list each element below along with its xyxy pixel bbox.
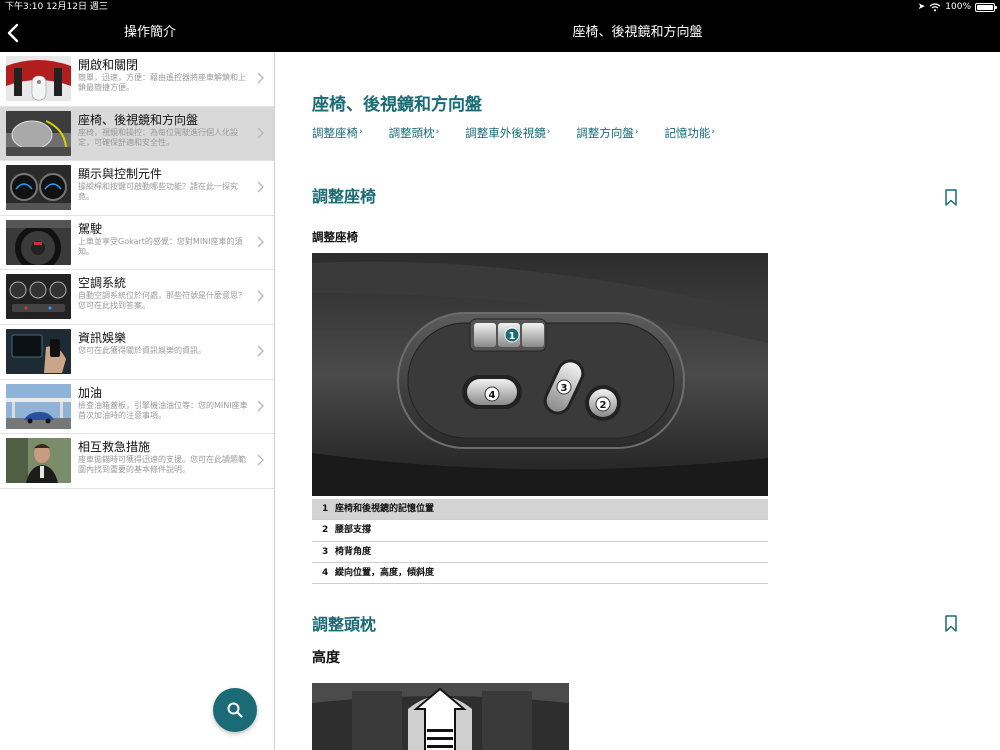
legend-num: 3 <box>322 546 329 557</box>
wifi-icon <box>929 2 941 11</box>
chevron-right-icon <box>257 236 264 248</box>
quicklink-label: 調整頭枕 <box>388 126 435 140</box>
sidebar-item-desc: 操縱桿和按鍵可啟動哪些功能？請在此一探究竟。 <box>78 182 238 202</box>
legend-text: 椅背角度 <box>335 546 372 557</box>
sidebar-item-title: 空調系統 <box>78 276 127 291</box>
quicklink-adjust-steering-wheel[interactable]: 調整方向盤› <box>576 125 638 141</box>
search-button[interactable] <box>213 688 257 732</box>
subheading-height: 高度 <box>312 650 340 666</box>
sidebar-item-title: 駕駛 <box>78 221 103 236</box>
sidebar-item-desc: 座車拋錨時可獲得迅速的支援。您可在此讀題範圍內找到重要的基本條件說明。 <box>78 455 246 475</box>
sidebar-item-desc: 您可在此獲得關於資訊娛樂的資訊。 <box>78 345 206 355</box>
sidebar-item-climate[interactable]: 空調系統 自動空調系統位於何處，那些符號是什麼意思？您可在此找到答案。 <box>0 270 274 325</box>
sidebar-item-desc: 檢查油箱蓋板，引擎機油油位等：您的MINI座車首次加油時的注意事項。 <box>78 400 248 420</box>
thumbnail-displays-controls <box>6 165 71 211</box>
section-title-adjust-seat: 調整座椅 <box>312 187 377 206</box>
chevron-right-icon <box>257 454 264 466</box>
sidebar-item-desc: 簡單，迅速，方便：藉由遙控器將座車解鎖和上鎖最簡捷方便。 <box>78 73 246 92</box>
chevron-right-icon <box>257 72 264 84</box>
sidebar-item-desc: 自動空調系統位於何處，那些符號是什麼意思？您可在此找到答案。 <box>78 291 246 311</box>
quicklink-label: 調整方向盤 <box>576 126 634 140</box>
legend-row: 3 椅背角度 <box>312 542 768 563</box>
sidebar-item-title: 加油 <box>78 385 103 400</box>
nav-bar: 操作簡介 座椅、後視鏡和方向盤 <box>0 14 1000 52</box>
subheading-adjust-seat: 調整座椅 <box>312 230 358 244</box>
quicklink-label: 調整車外後視鏡 <box>465 126 546 140</box>
bookmark-icon[interactable] <box>944 615 958 633</box>
chevron-right-icon <box>257 290 264 302</box>
thumbnail-refuelling <box>6 383 71 429</box>
chevron-right-icon <box>257 127 264 139</box>
sidebar-item-title: 資訊娛樂 <box>78 330 127 345</box>
status-time: 下午3:10 12月12日 週三 <box>5 2 108 12</box>
quicklink-label: 記憶功能 <box>664 126 711 140</box>
sidebar-item-desc: 座椅，視鏡和操控：為每位駕駛進行個人化設定，可確保舒適和安全性。 <box>78 127 238 147</box>
thumbnail-infotainment <box>6 328 71 374</box>
search-icon <box>227 702 243 718</box>
quicklink-adjust-headrest[interactable]: 調整頭枕› <box>389 125 440 141</box>
chevron-small-icon: › <box>546 127 551 137</box>
sidebar-item-title: 顯示與控制元件 <box>78 167 163 182</box>
bookmark-icon[interactable] <box>944 189 958 207</box>
svg-text:1: 1 <box>509 331 516 342</box>
chevron-small-icon: › <box>435 127 440 137</box>
headrest-illustration <box>312 683 569 750</box>
back-chevron-icon[interactable] <box>4 22 24 44</box>
content-area[interactable]: 座椅、後視鏡和方向盤 調整座椅› 調整頭枕› 調整車外後視鏡› 調整方向盤› 記… <box>276 52 1000 750</box>
legend-row: 4 縱向位置，高度，傾斜度 <box>312 563 768 585</box>
legend-text: 腰部支撐 <box>335 525 372 536</box>
thumbnail-breakdown-assistance <box>6 438 71 484</box>
status-right: ➤ 100% <box>917 0 997 14</box>
chevron-small-icon: › <box>711 127 716 137</box>
legend-text: 縱向位置，高度，傾斜度 <box>335 567 435 578</box>
chevron-right-icon <box>257 181 264 193</box>
legend-num: 2 <box>322 525 329 536</box>
sidebar-item-seats-mirrors-steering[interactable]: 座椅、後視鏡和方向盤 座椅，視鏡和操控：為每位駕駛進行個人化設定，可確保舒適和安… <box>0 106 274 162</box>
thumbnail-open-close <box>6 56 71 101</box>
legend-num: 4 <box>322 567 329 578</box>
sidebar-item-driving[interactable]: 駕駛 上車並享受Gokart的感覺：您對MINI座車的須知。 <box>0 216 274 271</box>
section-quicklinks: 調整座椅› 調整頭枕› 調整車外後視鏡› 調整方向盤› 記憶功能› <box>312 125 715 141</box>
quicklink-adjust-seat[interactable]: 調整座椅› <box>312 125 363 141</box>
legend-text: 座椅和後視鏡的記憶位置 <box>335 504 435 514</box>
location-icon: ➤ <box>917 2 926 12</box>
content-nav-title: 座椅、後視鏡和方向盤 <box>572 25 703 40</box>
sidebar: 開啟和關閉 簡單，迅速，方便：藉由遙控器將座車解鎖和上鎖最簡捷方便。 座椅、後視… <box>0 52 275 750</box>
sidebar-item-infotainment[interactable]: 資訊娛樂 您可在此獲得關於資訊娛樂的資訊。 <box>0 325 274 380</box>
sidebar-nav-title: 操作簡介 <box>123 25 176 40</box>
chevron-small-icon: › <box>634 127 639 137</box>
sidebar-item-title: 相互救急措施 <box>78 440 151 455</box>
sidebar-item-title: 開啟和關閉 <box>78 58 139 72</box>
quicklink-memory-function[interactable]: 記憶功能› <box>664 125 715 141</box>
chevron-right-icon <box>257 400 264 412</box>
battery-percent: 100% <box>945 2 971 12</box>
battery-icon <box>975 2 997 12</box>
legend-row: 1 座椅和後視鏡的記憶位置 <box>312 499 768 521</box>
chevron-right-icon <box>257 345 264 357</box>
thumbnail-climate <box>6 274 71 320</box>
svg-text:3: 3 <box>561 383 568 394</box>
thumbnail-driving <box>6 219 71 265</box>
svg-text:4: 4 <box>489 390 496 401</box>
seat-legend-table: 1 座椅和後視鏡的記憶位置 2 腰部支撐 3 椅背角度 4 縱向位置，高度，傾斜度 <box>312 499 768 585</box>
sidebar-item-displays-controls[interactable]: 顯示與控制元件 操縱桿和按鍵可啟動哪些功能？請在此一探究竟。 <box>0 161 274 216</box>
quicklink-adjust-exterior-mirrors[interactable]: 調整車外後視鏡› <box>465 125 550 141</box>
chevron-small-icon: › <box>359 127 363 137</box>
sidebar-item-title: 座椅、後視鏡和方向盤 <box>78 112 199 127</box>
sidebar-item-open-close[interactable]: 開啟和關閉 簡單，迅速，方便：藉由遙控器將座車解鎖和上鎖最簡捷方便。 <box>0 52 274 107</box>
svg-text:2: 2 <box>600 400 607 411</box>
quicklink-label: 調整座椅 <box>312 126 358 140</box>
sidebar-item-refuelling[interactable]: 加油 檢查油箱蓋板，引擎機油油位等：您的MINI座車首次加油時的注意事項。 <box>0 380 274 435</box>
legend-num: 1 <box>322 504 329 514</box>
seat-controls-illustration: 1 4 3 2 <box>312 253 768 496</box>
sidebar-item-desc: 上車並享受Gokart的感覺：您對MINI座車的須知。 <box>78 236 243 256</box>
legend-row: 2 腰部支撐 <box>312 520 768 542</box>
page-title: 座椅、後視鏡和方向盤 <box>312 95 482 115</box>
section-title-adjust-headrest: 調整頭枕 <box>312 615 377 634</box>
status-bar: 下午3:10 12月12日 週三 ➤ 100% <box>0 0 1000 14</box>
sidebar-item-breakdown-assistance[interactable]: 相互救急措施 座車拋錨時可獲得迅速的支援。您可在此讀題範圍內找到重要的基本條件說… <box>0 434 274 489</box>
thumbnail-seats-mirrors <box>6 110 71 156</box>
